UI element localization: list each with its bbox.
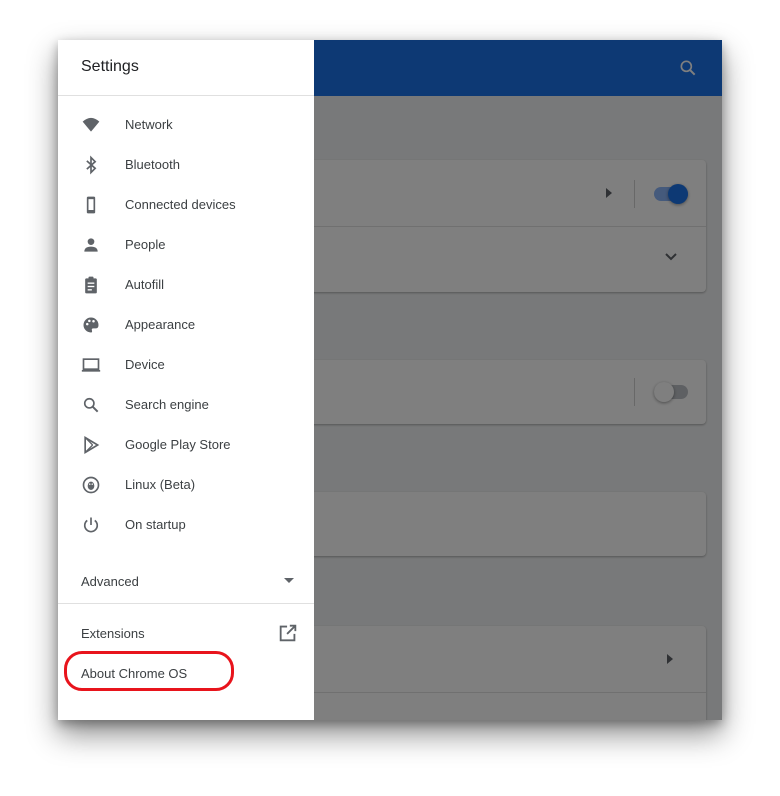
- extensions-link[interactable]: Extensions: [58, 616, 314, 650]
- nav-item-people[interactable]: People: [58, 225, 314, 265]
- settings-window: n Settings Network Bluetooth Connected d…: [58, 40, 722, 720]
- penguin-icon: [82, 476, 100, 494]
- nav-item-search-engine[interactable]: Search engine: [58, 385, 314, 425]
- nav-item-appearance[interactable]: Appearance: [58, 305, 314, 345]
- power-icon: [83, 517, 99, 533]
- person-icon: [84, 238, 98, 252]
- navigation-drawer: Settings Network Bluetooth Connected dev…: [58, 40, 314, 720]
- palette-icon: [83, 317, 99, 333]
- search-icon: [83, 397, 99, 413]
- nav-item-label: On startup: [125, 517, 186, 532]
- extensions-label: Extensions: [81, 626, 145, 641]
- nav-item-label: Autofill: [125, 277, 165, 292]
- nav-item-device[interactable]: Device: [58, 345, 314, 385]
- open-in-new-icon: [279, 624, 297, 642]
- nav-item-on-startup[interactable]: On startup: [58, 505, 314, 545]
- nav-item-linux-beta[interactable]: Linux (Beta): [58, 465, 314, 505]
- nav-item-network[interactable]: Network: [58, 105, 314, 145]
- wifi-icon: [82, 117, 100, 132]
- clipboard-icon: [85, 276, 97, 294]
- dropdown-arrow-icon: [284, 578, 294, 583]
- nav-item-connected-devices[interactable]: Connected devices: [58, 185, 314, 225]
- highlight-annotation: [64, 651, 234, 691]
- advanced-label: Advanced: [81, 574, 139, 589]
- nav-item-label: People: [125, 237, 166, 252]
- phone-icon: [86, 196, 96, 214]
- advanced-toggle[interactable]: Advanced: [58, 560, 314, 600]
- divider: [58, 95, 314, 96]
- nav-item-label: Device: [125, 357, 165, 372]
- nav-item-label: Search engine: [125, 397, 209, 412]
- nav-item-bluetooth[interactable]: Bluetooth: [58, 145, 314, 185]
- nav-item-autofill[interactable]: Autofill: [58, 265, 314, 305]
- nav-item-label: Network: [125, 117, 173, 132]
- nav-item-label: Google Play Store: [125, 437, 231, 452]
- nav-item-google-play-store[interactable]: Google Play Store: [58, 425, 314, 465]
- divider: [58, 603, 314, 604]
- bluetooth-icon: [86, 155, 97, 175]
- nav-item-label: Connected devices: [125, 197, 236, 212]
- play-store-icon: [84, 436, 100, 454]
- nav-item-label: Bluetooth: [125, 157, 180, 172]
- laptop-icon: [81, 358, 101, 372]
- nav-item-label: Appearance: [125, 317, 196, 332]
- nav-item-label: Linux (Beta): [125, 477, 196, 492]
- drawer-title: Settings: [81, 58, 139, 75]
